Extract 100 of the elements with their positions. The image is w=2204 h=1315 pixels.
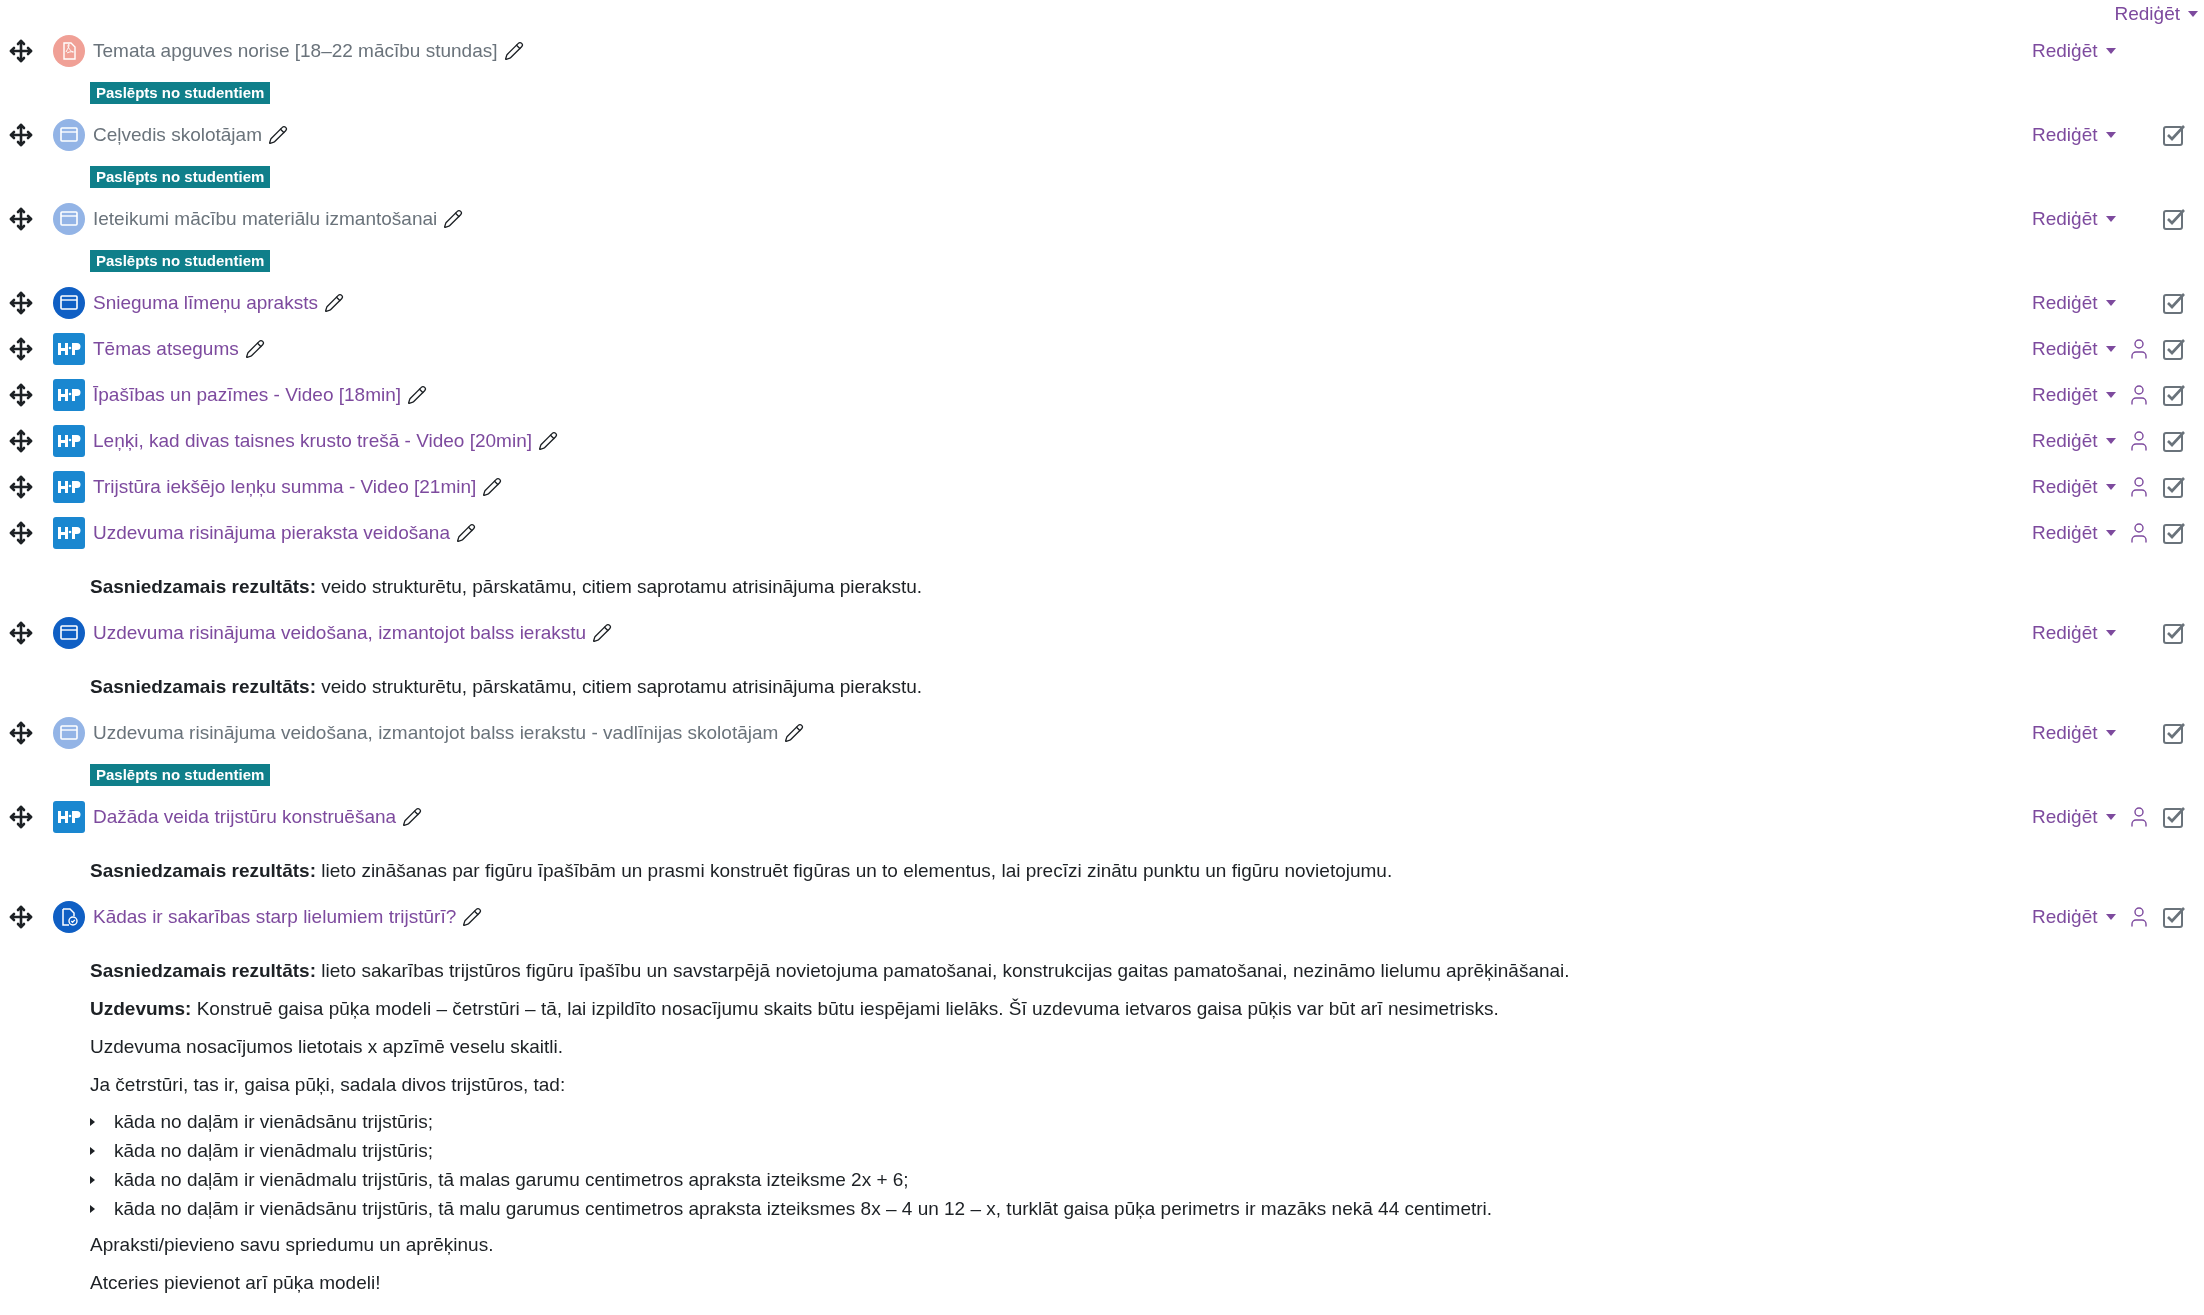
- assignment-icon: [53, 901, 85, 933]
- caret-icon: [2105, 484, 2116, 490]
- edit-title-icon[interactable]: [482, 477, 503, 497]
- move-handle-icon[interactable]: [9, 475, 33, 499]
- completion-checkbox[interactable]: [2162, 208, 2185, 230]
- activity-link[interactable]: Temata apguves norise [18–22 mācību stundas]: [93, 36, 498, 66]
- edit-title-icon[interactable]: [592, 623, 613, 643]
- completion-checkbox[interactable]: [2162, 384, 2185, 406]
- completion-checkbox[interactable]: [2162, 722, 2185, 744]
- completion-checkbox[interactable]: [2162, 806, 2185, 828]
- activity-link[interactable]: Trijstūra iekšējo leņķu summa - Video [21min]: [93, 472, 477, 502]
- edit-menu-button[interactable]: Rediģēt: [2032, 380, 2116, 410]
- edit-menu-button[interactable]: Rediģēt: [2032, 36, 2116, 66]
- edit-title-icon[interactable]: [443, 209, 464, 229]
- move-handle-icon[interactable]: [9, 123, 33, 147]
- activity-link[interactable]: Ieteikumi mācību materiālu izmantošanai: [93, 204, 438, 234]
- caret-icon: [2188, 10, 2198, 17]
- pdf-file-icon: [53, 35, 85, 67]
- activity-link[interactable]: Kādas ir sakarības starp lielumiem trijstūrī?: [93, 902, 457, 932]
- move-handle-icon[interactable]: [9, 621, 33, 645]
- edit-menu-button[interactable]: Rediģēt: [2032, 288, 2116, 318]
- page-icon: [53, 203, 85, 235]
- edit-menu-button[interactable]: Rediģēt: [2032, 718, 2116, 748]
- edit-menu-button[interactable]: Rediģēt: [2032, 618, 2116, 648]
- description-text: Sasniedzamais rezultāts: lieto sakarības trijstūros figūru īpašību un savstarpējā novietojuma pamatošanai, konstrukcijas gaitas pamatošanai, nezināmo lielumu aprēķināšanai.: [90, 959, 1570, 983]
- edit-title-icon[interactable]: [455, 523, 476, 543]
- activity-link[interactable]: Ceļvedis skolotājam: [93, 120, 262, 150]
- description-text: Sasniedzamais rezultāts: veido strukturētu, pārskatāmu, citiem saprotamu atrisinājuma pierakstu.: [90, 575, 923, 599]
- caret-icon: [2105, 48, 2116, 54]
- edit-menu-button[interactable]: Rediģēt: [2032, 334, 2116, 364]
- completion-checkbox[interactable]: [2162, 906, 2185, 928]
- activity-link[interactable]: Īpašības un pazīmes - Video [18min]: [93, 380, 402, 410]
- caret-icon: [2105, 300, 2116, 306]
- h5p-icon: [53, 379, 85, 411]
- completion-checkbox[interactable]: [2162, 338, 2185, 360]
- move-handle-icon[interactable]: [9, 337, 33, 361]
- bullet-icon: [90, 1146, 95, 1155]
- bullet-icon: [90, 1175, 95, 1184]
- edit-menu-button[interactable]: Rediģēt: [2032, 902, 2116, 932]
- caret-icon: [2105, 346, 2116, 352]
- page-icon: [53, 617, 85, 649]
- completion-checkbox[interactable]: [2162, 476, 2185, 498]
- list-item-text: kāda no daļām ir vienādsānu trijstūris;: [114, 1109, 433, 1134]
- activity-link[interactable]: Leņķi, kad divas taisnes krusto trešā - Video [20min]: [93, 426, 532, 456]
- edit-menu-button[interactable]: Rediģēt: [2032, 518, 2116, 548]
- edit-menu-button[interactable]: Rediģēt: [2032, 204, 2116, 234]
- edit-title-icon[interactable]: [407, 385, 428, 405]
- completion-checkbox[interactable]: [2162, 124, 2185, 146]
- move-handle-icon[interactable]: [9, 521, 33, 545]
- hidden-badge: Paslēpts no studentiem: [90, 764, 271, 786]
- description-text: Uzdevums: Konstruē gaisa pūķa modeli – četrstūri – tā, lai izpildīto nosacījumu skaits būtu iespējami lielāks. Šī uzdevuma ietvaros gaisa pūķis var būt arī nesimetrisks.: [90, 997, 1499, 1021]
- move-handle-icon[interactable]: [9, 805, 33, 829]
- page-icon: [53, 119, 85, 151]
- activity-link[interactable]: Uzdevuma risinājuma veidošana, izmantojot balss ierakstu: [93, 618, 587, 648]
- edit-title-icon[interactable]: [244, 339, 265, 359]
- hidden-badge: Paslēpts no studentiem: [90, 166, 271, 188]
- move-handle-icon[interactable]: [9, 207, 33, 231]
- activity-link[interactable]: Tēmas atsegums: [93, 334, 239, 364]
- caret-icon: [2105, 630, 2116, 636]
- edit-menu-button[interactable]: Rediģēt: [2032, 472, 2116, 502]
- edit-title-icon[interactable]: [267, 125, 288, 145]
- edit-menu-button[interactable]: Rediģēt: [2114, 0, 2198, 28]
- activity-link[interactable]: Uzdevuma risinājuma veidošana, izmantojot balss ierakstu - vadlīnijas skolotājam: [93, 718, 779, 748]
- page-icon: [53, 717, 85, 749]
- edit-title-icon[interactable]: [503, 41, 524, 61]
- caret-icon: [2105, 730, 2116, 736]
- edit-title-icon[interactable]: [538, 431, 558, 451]
- description-text: Ja četrstūri, tas ir, gaisa pūķi, sadala divos trijstūros, tad:: [90, 1073, 566, 1097]
- move-handle-icon[interactable]: [9, 721, 33, 745]
- bullet-icon: [90, 1117, 95, 1126]
- edit-title-icon[interactable]: [402, 807, 423, 827]
- edit-title-icon[interactable]: [323, 293, 344, 313]
- description-text: Atceries pievienot arī pūķa modeli!: [90, 1271, 381, 1295]
- edit-title-icon[interactable]: [462, 907, 483, 927]
- edit-menu-button[interactable]: Rediģēt: [2032, 802, 2116, 832]
- hidden-badge: Paslēpts no studentiem: [90, 82, 271, 104]
- hidden-badge: Paslēpts no studentiem: [90, 250, 271, 272]
- caret-icon: [2105, 814, 2116, 820]
- edit-menu-button[interactable]: Rediģēt: [2032, 426, 2116, 456]
- page-icon: [53, 287, 85, 319]
- activity-link[interactable]: Dažāda veida trijstūru konstruēšana: [93, 802, 397, 832]
- caret-icon: [2105, 392, 2116, 398]
- caret-icon: [2105, 438, 2116, 444]
- completion-checkbox[interactable]: [2162, 622, 2185, 644]
- caret-icon: [2105, 530, 2116, 536]
- activity-link[interactable]: Snieguma līmeņu apraksts: [93, 288, 318, 318]
- move-handle-icon[interactable]: [9, 429, 33, 453]
- completion-checkbox[interactable]: [2162, 292, 2185, 314]
- move-handle-icon[interactable]: [9, 905, 33, 929]
- completion-checkbox[interactable]: [2162, 522, 2185, 544]
- description-text: Sasniedzamais rezultāts: lieto zināšanas par figūru īpašībām un prasmi konstruēt figūras un to elementus, lai precīzi zinātu punktu un figūru novietojumu.: [90, 859, 1393, 883]
- completion-checkbox[interactable]: [2162, 430, 2185, 452]
- move-handle-icon[interactable]: [9, 39, 33, 63]
- description-text: Uzdevuma nosacījumos lietotais x apzīmē veselu skaitli.: [90, 1035, 564, 1059]
- move-handle-icon[interactable]: [9, 383, 33, 407]
- caret-icon: [2105, 132, 2116, 138]
- edit-title-icon[interactable]: [784, 723, 805, 743]
- move-handle-icon[interactable]: [9, 291, 33, 315]
- activity-link[interactable]: Uzdevuma risinājuma pieraksta veidošana: [93, 518, 450, 548]
- edit-menu-button[interactable]: Rediģēt: [2032, 120, 2116, 150]
